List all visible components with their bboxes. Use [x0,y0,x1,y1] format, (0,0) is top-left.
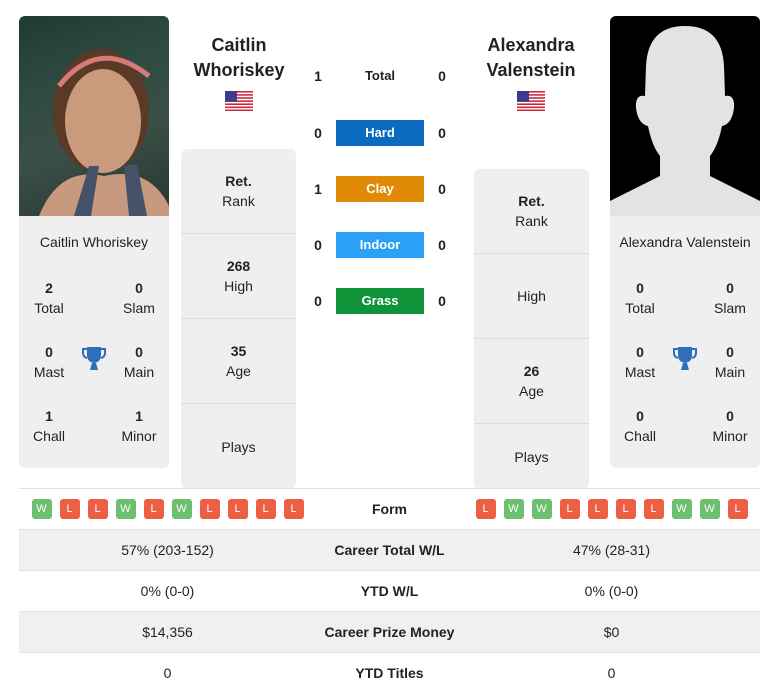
form-loss-badge[interactable]: L [59,499,80,519]
player1-form: WLLWLWLLLL [19,499,316,519]
player1-photo[interactable] [19,16,169,216]
title-minor: 0 Minor [712,408,748,444]
info-age: 35 Age [181,319,296,404]
form-loss-badge[interactable]: L [143,499,164,519]
row-label: YTD Titles [355,665,424,681]
player1-value: 0% (0-0) [140,583,195,599]
form-win-badge[interactable]: W [115,499,136,519]
table-row: 0% (0-0) YTD W/L 0% (0-0) [19,570,760,611]
row-label: Career Prize Money [324,624,455,640]
player2-form: LWWLLLLWWL [463,499,760,519]
title-total: 2 Total [34,280,64,316]
title-main: 0 Main [714,344,746,380]
player2-name[interactable]: Alexandra Valenstein [461,33,601,83]
row-label: Career Total W/L [334,542,445,558]
h2h-clay: 1 Clay 0 [305,176,455,202]
table-row: 57% (203-152) Career Total W/L 47% (28-3… [19,529,760,570]
form-loss-badge[interactable]: L [227,499,248,519]
form-win-badge[interactable]: W [171,499,192,519]
form-loss-badge[interactable]: L [283,499,304,519]
player2-card: Alexandra Valenstein 0 Total 0 Slam 0 Mast … [610,16,760,468]
player2-value: 47% (28-31) [572,542,651,558]
title-minor: 1 Minor [121,408,157,444]
form-loss-badge[interactable]: L [87,499,108,519]
surface-indoor-badge[interactable]: Indoor [336,232,424,258]
player2-value: $0 [603,624,620,640]
trophy-icon [82,347,106,370]
form-row: WLLWLWLLLL Form LWWLLLLWWL [19,488,760,529]
form-loss-badge[interactable]: L [559,499,580,519]
title-chall: 1 Chall [33,408,65,444]
info-high: 268 High [181,234,296,319]
row-label: YTD W/L [360,583,419,599]
form-loss-badge[interactable]: L [587,499,608,519]
player1-card-name[interactable]: Caitlin Whoriskey [19,234,169,250]
surface-clay-badge[interactable]: Clay [336,176,424,202]
h2h-hard: 0 Hard 0 [305,120,455,146]
player1-value: $14,356 [142,624,193,640]
form-win-badge[interactable]: W [31,499,52,519]
form-loss-badge[interactable]: L [643,499,664,519]
form-win-badge[interactable]: W [671,499,692,519]
surface-total-label: Total [364,68,396,83]
surface-grass-badge[interactable]: Grass [336,288,424,314]
form-loss-badge[interactable]: L [255,499,276,519]
form-win-badge[interactable]: W [531,499,552,519]
player-portrait-icon [39,49,169,216]
title-chall: 0 Chall [624,408,656,444]
surface-hard-badge[interactable]: Hard [336,120,424,146]
title-total: 0 Total [625,280,655,316]
title-main: 0 Main [123,344,155,380]
h2h-indoor: 0 Indoor 0 [305,232,455,258]
h2h-total: 1 Total 0 [305,63,455,89]
usa-flag-icon [517,91,545,111]
form-loss-badge[interactable]: L [199,499,220,519]
usa-flag-icon [225,91,253,111]
form-loss-badge[interactable]: L [727,499,748,519]
title-mast: 0 Mast [624,344,656,380]
comparison-table: WLLWLWLLLL Form LWWLLLLWWL 57% (203-152)… [19,488,760,693]
info-rank: Ret. Rank [181,149,296,234]
player2-value: 0 [607,665,616,681]
player1-value: 57% (203-152) [121,542,214,558]
title-slam: 0 Slam [714,280,746,316]
silhouette-placeholder-icon [610,26,760,216]
player2-info: Ret. Rank High 26 Age Plays [474,169,589,489]
info-plays: Plays [514,448,549,465]
player1-card: Caitlin Whoriskey 2 Total 0 Slam 0 Mast 0 Ma… [19,16,169,468]
info-plays: Plays [221,438,256,455]
info-high: High [474,254,589,339]
table-row: $14,356 Career Prize Money $0 [19,611,760,652]
player2-card-name[interactable]: Alexandra Valenstein [610,234,760,250]
form-win-badge[interactable]: W [503,499,524,519]
player1-value: 0 [163,665,172,681]
table-row: 0 YTD Titles 0 [19,652,760,693]
form-loss-badge[interactable]: L [615,499,636,519]
form-label: Form [372,501,407,517]
info-rank: Ret. Rank [474,169,589,254]
player2-value: 0% (0-0) [584,583,639,599]
trophy-icon [673,347,697,370]
player1-name[interactable]: Caitlin Whoriskey [169,33,309,83]
form-loss-badge[interactable]: L [475,499,496,519]
form-win-badge[interactable]: W [699,499,720,519]
info-age: 26 Age [474,339,589,424]
title-slam: 0 Slam [123,280,155,316]
player2-photo[interactable] [610,16,760,216]
player1-info: Ret. Rank 268 High 35 Age Plays [181,149,296,489]
title-mast: 0 Mast [33,344,65,380]
h2h-grass: 0 Grass 0 [305,288,455,314]
